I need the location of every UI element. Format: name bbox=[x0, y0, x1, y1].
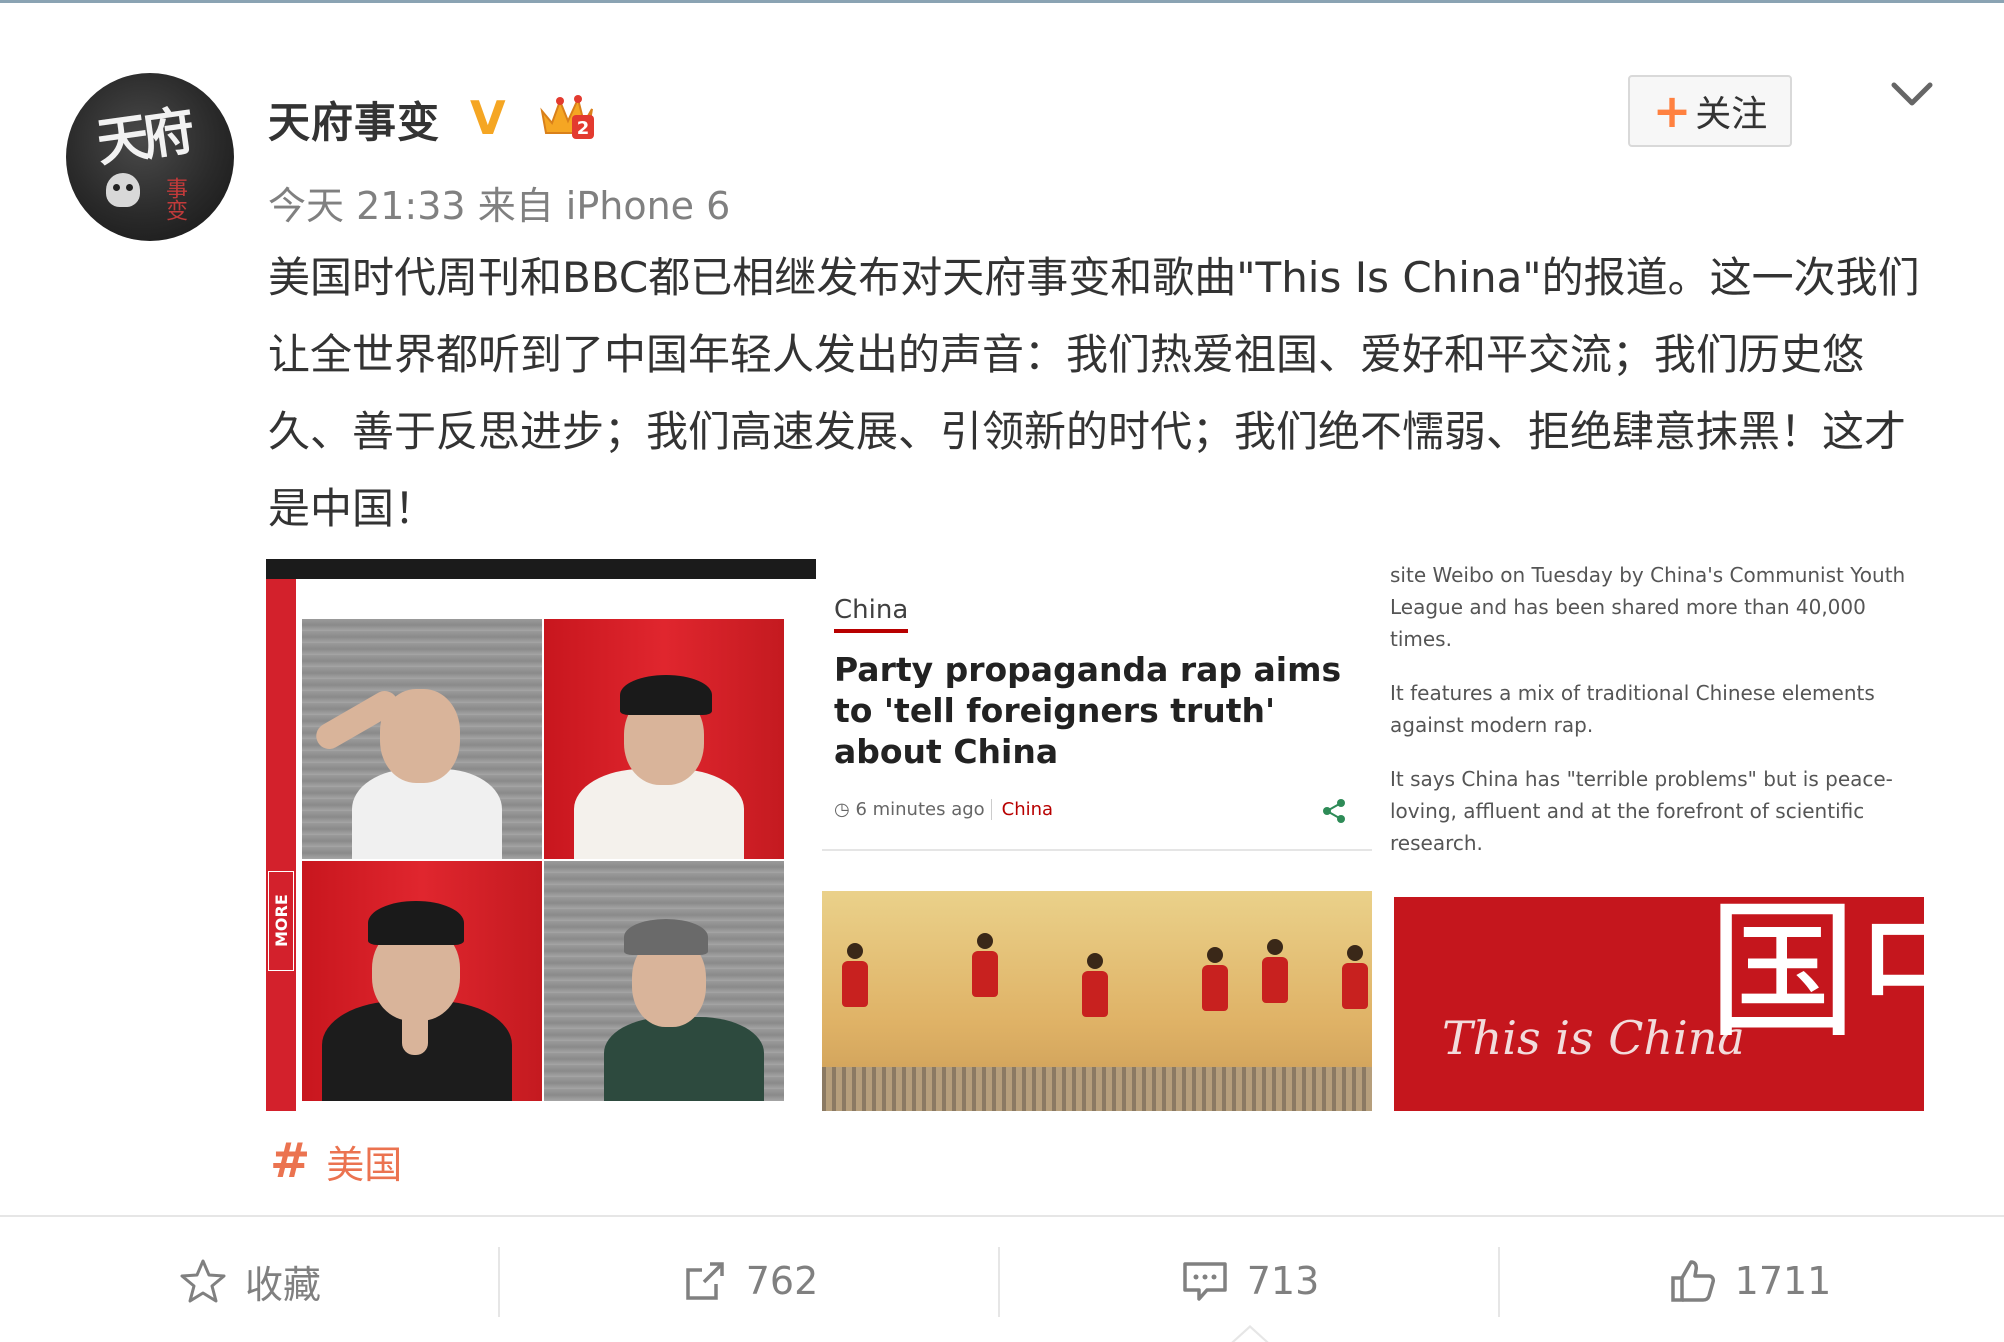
topic-link[interactable]: # 美国 bbox=[270, 1133, 402, 1189]
repost-button[interactable]: 762 bbox=[500, 1217, 1000, 1342]
chevron-down-icon[interactable] bbox=[1888, 77, 1936, 113]
topic-label: 美国 bbox=[326, 1142, 403, 1187]
post-source: 来自 iPhone 6 bbox=[477, 184, 731, 228]
avatar-logo-subtext: 事变 bbox=[162, 177, 187, 221]
share-icon bbox=[1323, 799, 1345, 823]
repost-count: 762 bbox=[745, 1259, 819, 1303]
like-count: 1711 bbox=[1734, 1259, 1832, 1303]
more-tab: MORE bbox=[268, 871, 294, 971]
follow-label: 关注 bbox=[1695, 94, 1768, 135]
article-paragraph: site Weibo on Tuesday by China's Communi… bbox=[1390, 563, 1906, 651]
banner-chinese-title: 中国 bbox=[1682, 897, 1924, 1041]
follow-button[interactable]: + 关注 bbox=[1628, 75, 1792, 147]
post-image-2[interactable]: China Party propaganda rap aims to 'tell… bbox=[822, 559, 1372, 1111]
article-tag: China bbox=[834, 595, 909, 633]
article-excerpt: site Weibo on Tuesday by China's Communi… bbox=[1390, 559, 1910, 881]
post-image-3[interactable]: site Weibo on Tuesday by China's Communi… bbox=[1378, 559, 1930, 1111]
repost-icon bbox=[685, 1262, 724, 1300]
comment-count: 713 bbox=[1246, 1259, 1320, 1303]
post-body-text: 美国时代周刊和BBC都已相继发布对天府事变和歌曲"This Is China"的… bbox=[268, 253, 1920, 533]
photo-rapper-3 bbox=[302, 861, 542, 1101]
article-time: ◷ 6 minutes ago China bbox=[834, 799, 1054, 820]
favorite-button[interactable]: 收藏 bbox=[0, 1217, 500, 1342]
photo-rapper-2 bbox=[544, 619, 784, 859]
post-timestamp[interactable]: 今天 21:33 bbox=[268, 184, 466, 228]
thumbs-up-icon bbox=[1670, 1260, 1715, 1302]
post-meta: 今天 21:33 来自 iPhone 6 bbox=[268, 175, 730, 230]
svg-text:2: 2 bbox=[577, 118, 590, 139]
avatar-logo-glyph: 天府 bbox=[92, 100, 193, 175]
article-paragraph: It features a mix of traditional Chinese… bbox=[1390, 681, 1875, 737]
user-avatar[interactable]: 天府 事变 bbox=[66, 73, 234, 241]
avatar-skull-graphic bbox=[106, 173, 140, 207]
photo-rapper-4 bbox=[544, 861, 784, 1101]
weibo-post-card: 天府 事变 天府事变 V 2 今天 21:33 来自 iPhone 6 + 关注… bbox=[0, 0, 2004, 1342]
like-button[interactable]: 1711 bbox=[1500, 1217, 2000, 1342]
comment-button[interactable]: 713 bbox=[1000, 1217, 1500, 1342]
favorite-label: 收藏 bbox=[244, 1262, 321, 1307]
username[interactable]: 天府事变 bbox=[268, 89, 440, 150]
star-icon bbox=[180, 1259, 226, 1303]
member-crown-icon[interactable]: 2 bbox=[538, 93, 596, 141]
comment-panel-caret bbox=[1228, 1325, 1272, 1342]
clock-icon: ◷ bbox=[834, 799, 856, 820]
verified-v-icon[interactable]: V bbox=[470, 91, 506, 145]
plus-icon: + bbox=[1652, 84, 1692, 138]
hashtag-icon: # bbox=[270, 1133, 311, 1189]
comment-icon bbox=[1182, 1262, 1227, 1301]
jumping-people-photo bbox=[822, 891, 1372, 1111]
action-bar: 收藏 762 713 1711 bbox=[0, 1217, 2004, 1342]
article-paragraph: It says China has "terrible problems" bu… bbox=[1390, 767, 1893, 855]
rapper-photo-grid bbox=[302, 619, 792, 1101]
post-image-1[interactable]: MORE bbox=[266, 559, 816, 1111]
this-is-china-banner: This is China 中国 bbox=[1394, 897, 1924, 1111]
photo-rapper-1 bbox=[302, 619, 542, 859]
article-headline: Party propaganda rap aims to 'tell forei… bbox=[834, 650, 1342, 771]
